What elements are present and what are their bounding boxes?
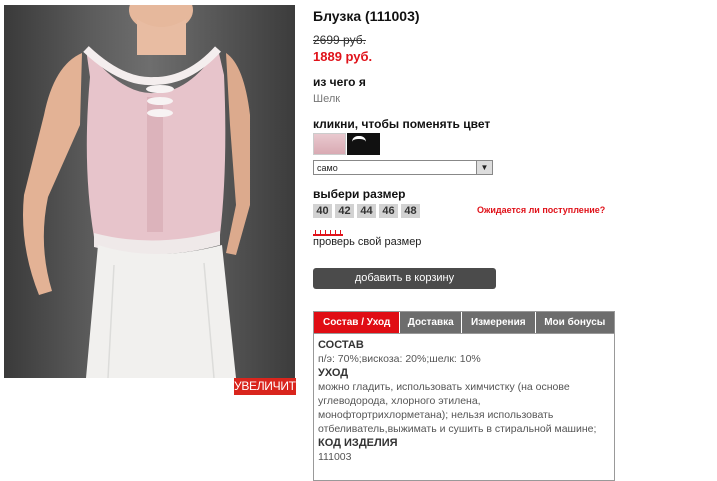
composition-heading: СОСТАВ: [318, 339, 364, 351]
tab-delivery[interactable]: Доставка: [400, 312, 463, 333]
old-price: 2699 руб.: [313, 33, 366, 47]
add-to-cart-button[interactable]: добавить в корзину: [313, 268, 496, 289]
size-option-44[interactable]: 44: [357, 204, 376, 218]
size-options: 40 42 44 46 48: [313, 204, 420, 218]
composition-text: п/э: 70%;вискоза: 20%;шелк: 10%: [318, 353, 481, 365]
material-value: Шелк: [313, 93, 341, 105]
tab-composition-care[interactable]: Состав / Уход: [314, 312, 401, 333]
chevron-down-icon[interactable]: ▼: [476, 161, 492, 174]
material-label: из чего я: [313, 75, 366, 89]
tab-content: СОСТАВ п/э: 70%;вискоза: 20%;шелк: 10% У…: [314, 334, 614, 464]
size-option-48[interactable]: 48: [401, 204, 420, 218]
color-label: кликни, чтобы поменять цвет: [313, 117, 491, 131]
info-tabs: Состав / Уход Доставка Измерения Мои бон…: [314, 312, 614, 334]
color-select[interactable]: само ▼: [313, 160, 493, 175]
code-text: 111003: [318, 451, 352, 463]
tab-measurements[interactable]: Измерения: [462, 312, 536, 333]
size-option-46[interactable]: 46: [379, 204, 398, 218]
color-swatch-pink[interactable]: [313, 133, 346, 155]
size-option-40[interactable]: 40: [313, 204, 332, 218]
color-swatch-black[interactable]: [347, 133, 380, 155]
product-title: Блузка (111003): [313, 8, 420, 24]
zoom-button[interactable]: УВЕЛИЧИТЬ: [234, 378, 304, 395]
size-option-42[interactable]: 42: [335, 204, 354, 218]
restock-link[interactable]: Ожидается ли поступление?: [477, 205, 605, 215]
size-label: выбери размер: [313, 187, 406, 201]
model-image: [23, 5, 250, 378]
ruler-icon[interactable]: [313, 228, 343, 236]
sale-price: 1889 руб.: [313, 49, 373, 64]
color-select-value: само: [317, 163, 338, 173]
product-photo[interactable]: [4, 5, 295, 378]
care-text: можно гладить, использовать химчистку (н…: [318, 381, 597, 435]
product-info-panel: Состав / Уход Доставка Измерения Мои бон…: [313, 311, 615, 481]
check-size-link[interactable]: проверь свой размер: [313, 236, 421, 248]
tab-bonuses[interactable]: Мои бонусы: [535, 312, 614, 333]
care-heading: УХОД: [318, 367, 349, 379]
code-heading: КОД ИЗДЕЛИЯ: [318, 437, 398, 449]
